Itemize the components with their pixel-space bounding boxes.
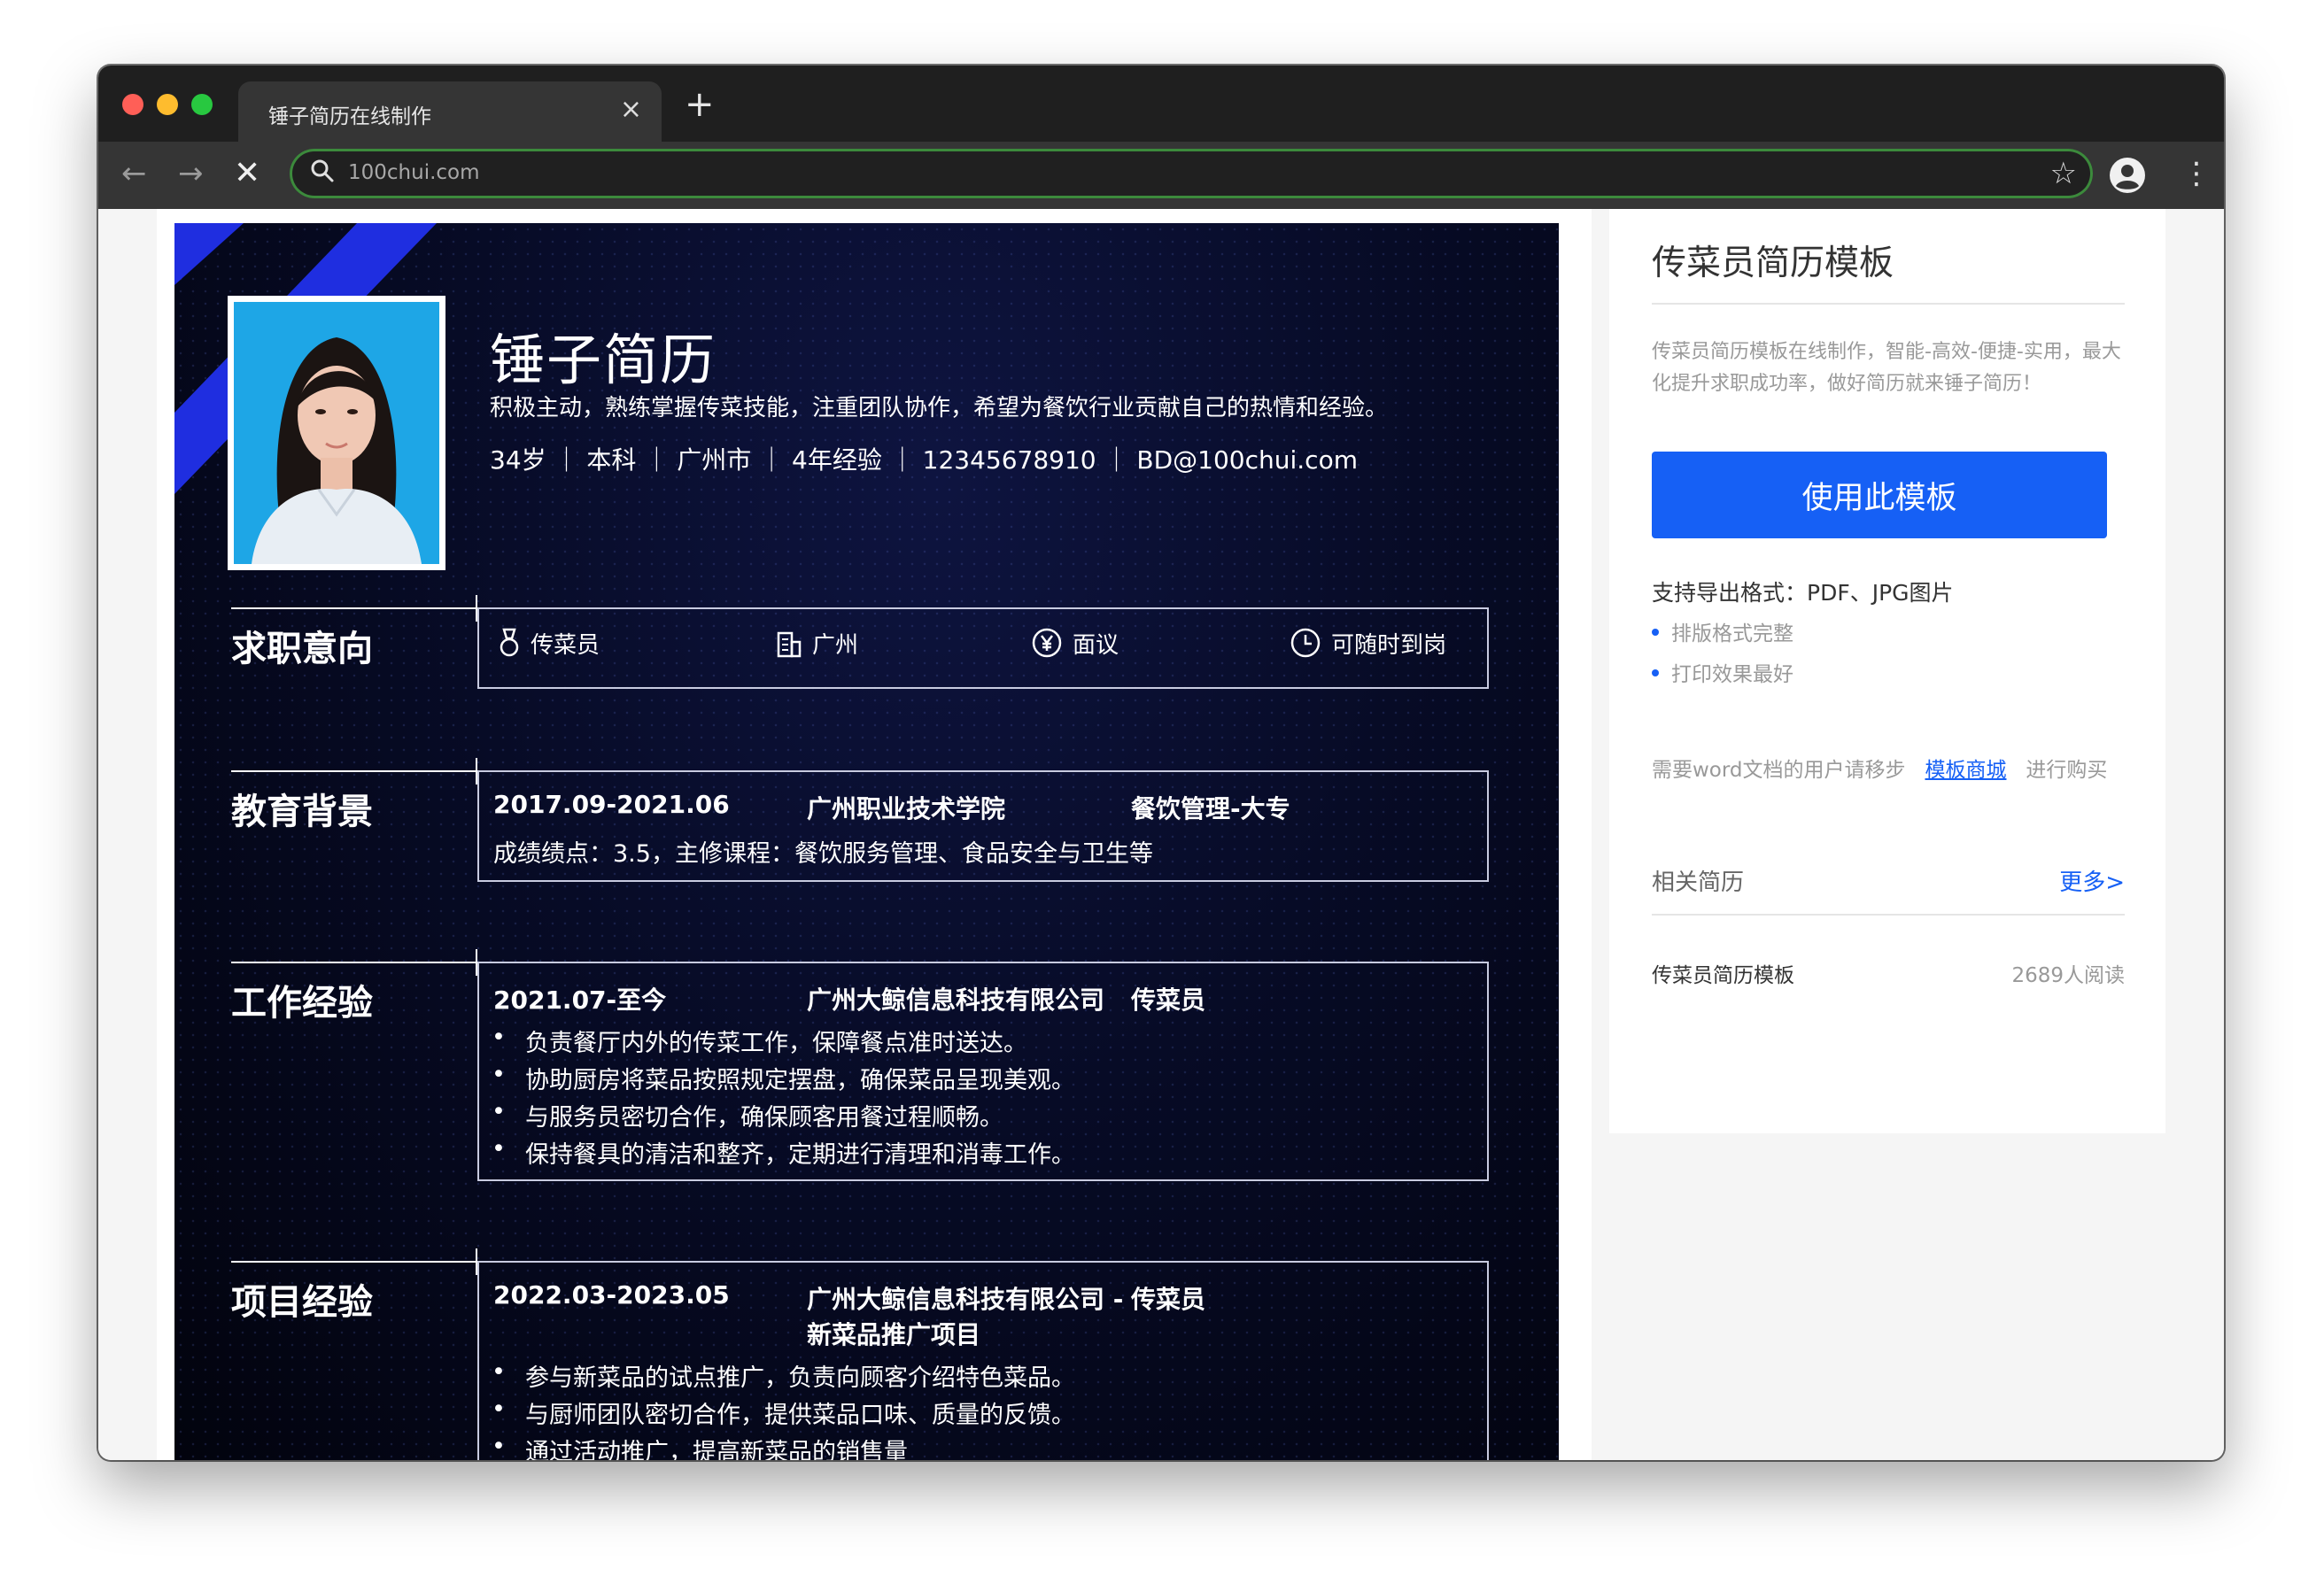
profile-icon[interactable] [2109, 157, 2146, 194]
education-major: 餐饮管理-大专 [1131, 794, 1290, 823]
address-bar[interactable]: 100chui.com ☆ [290, 149, 2093, 198]
section-rule [231, 962, 476, 963]
section-title-education: 教育背景 [231, 792, 373, 832]
work-bullet: 负责餐厅内外的传菜工作，保障餐点准时送达。 [492, 1024, 1027, 1058]
browser-tab[interactable]: 锤子简历在线制作 × [238, 81, 662, 143]
building-icon [777, 631, 802, 658]
yen-icon [1032, 628, 1062, 658]
feature-item: 打印效果最好 [1652, 657, 1793, 687]
project-period: 2022.03-2023.05 [493, 1280, 730, 1310]
work-role: 传菜员 [1131, 985, 1206, 1015]
browser-toolbar: ← → ✕ 100chui.com ☆ ⋮ [98, 142, 2224, 209]
project-name-line1: 广州大鲸信息科技有限公司 - [807, 1285, 1124, 1314]
template-sidebar: 传菜员简历模板 传菜员简历模板在线制作，智能-高效-便捷-实用，最大化提升求职成… [1609, 209, 2165, 1133]
resume-contact-info: 34岁 ｜ 本科 ｜ 广州市 ｜ 4年经验 ｜ 12345678910 ｜ BD… [490, 445, 1358, 475]
template-store-link[interactable]: 模板商城 [1925, 759, 2006, 782]
intent-city: 广州 [777, 627, 858, 660]
related-resumes-title: 相关简历 [1652, 869, 1745, 896]
project-bullet: 参与新菜品的试点推广，负责向顾客介绍特色菜品。 [492, 1358, 1075, 1393]
intent-city-text: 广州 [812, 632, 859, 659]
related-resume-link[interactable]: 传菜员简历模板 [1652, 958, 1794, 988]
forward-button[interactable]: → [178, 156, 204, 191]
resume-name: 锤子简历 [490, 328, 717, 392]
portrait-image [234, 302, 439, 564]
profile-photo [228, 296, 445, 570]
intent-availability-text: 可随时到岗 [1331, 632, 1447, 659]
work-bullet: 保持餐具的清洁和整齐，定期进行清理和消毒工作。 [492, 1135, 1075, 1170]
section-title-intent: 求职意向 [231, 629, 373, 669]
section-rule [231, 1261, 476, 1263]
word-notice-prefix: 需要word文档的用户请移步 [1652, 759, 1906, 782]
read-count: 2689人阅读 [2011, 964, 2125, 987]
minimize-window-button[interactable] [157, 94, 178, 115]
education-box: 2017.09-2021.06 广州职业技术学院 餐饮管理-大专 成绩绩点：3.… [477, 770, 1489, 882]
sidebar-divider [1652, 303, 2125, 305]
close-window-button[interactable] [122, 94, 143, 115]
bullet-dot [1652, 629, 1659, 636]
section-title-work: 工作经验 [231, 983, 373, 1024]
bullet-dot [1652, 669, 1659, 676]
education-school: 广州职业技术学院 [807, 794, 1006, 823]
menu-icon[interactable]: ⋮ [2181, 154, 2212, 193]
section-rule [231, 607, 476, 609]
stop-loading-button[interactable]: ✕ [234, 156, 260, 191]
clock-icon [1290, 628, 1321, 658]
section-rule [231, 770, 476, 772]
search-icon [311, 159, 334, 182]
maximize-window-button[interactable] [191, 94, 213, 115]
work-bullet: 与服务员密切合作，确保顾客用餐过程顺畅。 [492, 1098, 1003, 1132]
intent-salary-text: 面议 [1073, 632, 1119, 659]
more-link[interactable]: 更多> [2059, 864, 2125, 897]
education-period: 2017.09-2021.06 [493, 790, 730, 819]
intent-box: 传菜员 广州 面议 可随时到岗 [477, 607, 1489, 689]
word-notice-suffix: 进行购买 [2026, 759, 2108, 782]
project-bullet: 通过活动推广，提高新菜品的销售量 [492, 1433, 908, 1460]
project-name-line2: 新菜品推广项目 [807, 1320, 981, 1349]
work-company: 广州大鲸信息科技有限公司 [807, 985, 1105, 1015]
intent-position-text: 传菜员 [531, 632, 600, 659]
education-detail: 成绩绩点：3.5，主修课程：餐饮服务管理、食品安全与卫生等 [493, 840, 1153, 868]
work-box: 2021.07-至今 广州大鲸信息科技有限公司 传菜员 负责餐厅内外的传菜工作，… [477, 962, 1489, 1181]
page-content: 锤子简历 积极主动，熟练掌握传菜技能，注重团队协作，希望为餐饮行业贡献自己的热情… [98, 209, 2224, 1460]
title-bar: 锤子简历在线制作 × + [98, 66, 2224, 143]
project-bullet: 与厨师团队密切合作，提供菜品口味、质量的反馈。 [492, 1395, 1075, 1430]
feature-text: 打印效果最好 [1671, 663, 1793, 686]
url-text[interactable]: 100chui.com [348, 161, 480, 184]
export-formats: 支持导出格式：PDF、JPG图片 [1652, 580, 1954, 606]
intent-position: 传菜员 [499, 627, 600, 660]
tab-close-button[interactable]: × [620, 94, 642, 126]
medal-icon [500, 628, 519, 657]
intent-availability: 可随时到岗 [1290, 627, 1446, 660]
work-period: 2021.07-至今 [493, 985, 667, 1015]
use-template-button[interactable]: 使用此模板 [1652, 452, 2107, 538]
browser-window: 锤子简历在线制作 × + ← → ✕ 100chui.com ☆ ⋮ 锤子简历 … [98, 66, 2224, 1460]
feature-text: 排版格式完整 [1671, 622, 1793, 645]
sidebar-title: 传菜员简历模板 [1652, 243, 1894, 283]
new-tab-button[interactable]: + [685, 87, 715, 122]
resume-preview: 锤子简历 积极主动，熟练掌握传菜技能，注重团队协作，希望为餐饮行业贡献自己的热情… [174, 223, 1559, 1460]
project-box: 2022.03-2023.05 广州大鲸信息科技有限公司 - 新菜品推广项目 传… [477, 1261, 1489, 1460]
sidebar-description: 传菜员简历模板在线制作，智能-高效-便捷-实用，最大化提升求职成功率，做好简历就… [1652, 341, 2121, 395]
tab-title: 锤子简历在线制作 [268, 105, 431, 128]
sidebar-divider [1652, 914, 2125, 916]
feature-item: 排版格式完整 [1652, 616, 1793, 646]
project-role: 传菜员 [1131, 1285, 1206, 1314]
back-button[interactable]: ← [121, 156, 147, 191]
section-title-project: 项目经验 [231, 1282, 373, 1323]
work-bullet: 协助厨房将菜品按照规定摆盘，确保菜品呈现美观。 [492, 1061, 1075, 1095]
intent-salary: 面议 [1032, 627, 1119, 660]
word-notice: 需要word文档的用户请移步 模板商城 进行购买 [1652, 753, 2107, 783]
resume-intro: 积极主动，熟练掌握传菜技能，注重团队协作，希望为餐饮行业贡献自己的热情和经验。 [490, 395, 1389, 421]
star-icon[interactable]: ☆ [2050, 156, 2077, 191]
